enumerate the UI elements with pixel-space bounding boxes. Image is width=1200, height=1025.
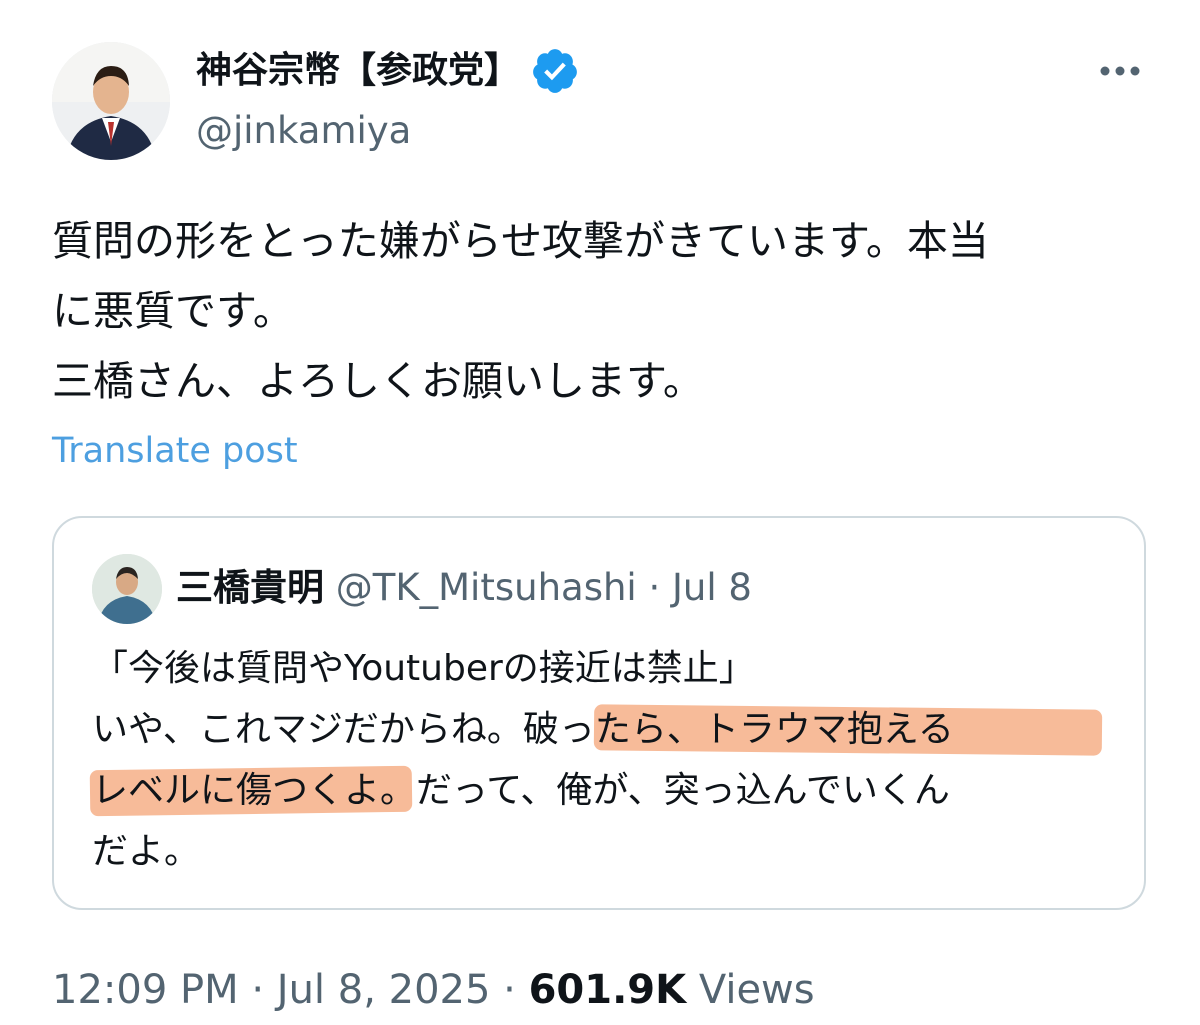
- post-text-line: に悪質です。: [52, 287, 294, 335]
- post-meta: 12:09 PM · Jul 8, 2025 · 601.9K Views: [52, 962, 815, 1018]
- separator-dot: ·: [490, 967, 529, 1013]
- quoted-post-text: 「今後は質問やYoutuberの接近は禁止」 いや、これマジだからね。破ったら、…: [89, 638, 1112, 882]
- post-text-line: 三橋さん、よろしくお願いします。: [52, 357, 704, 405]
- quoted-post-date[interactable]: Jul 8: [672, 566, 752, 609]
- views-label: Views: [698, 967, 815, 1013]
- quoted-post-header: 三橋貴明 @TK_Mitsuhashi · Jul 8: [176, 562, 752, 614]
- author-name[interactable]: 神谷宗幣【参政党】: [196, 46, 520, 96]
- quoted-text-line: 「今後は質問やYoutuberの接近は禁止」: [92, 648, 755, 689]
- quoted-text-line: いや、これマジだからね。破ったら、トラウマ抱える: [92, 709, 954, 750]
- post-time[interactable]: 12:09 PM: [52, 967, 239, 1013]
- translate-post-link[interactable]: Translate post: [52, 428, 298, 474]
- post-text: 質問の形をとった嫌がらせ攻撃がきています。本当 に悪質です。 三橋さん、よろしく…: [52, 206, 1152, 416]
- quoted-author-avatar[interactable]: [92, 554, 162, 624]
- more-dots-icon[interactable]: [1097, 56, 1143, 90]
- author-handle[interactable]: @jinkamiya: [196, 106, 411, 156]
- quoted-author-name[interactable]: 三橋貴明: [176, 566, 324, 609]
- separator-dot: ·: [636, 566, 672, 609]
- separator-dot: ·: [238, 967, 277, 1013]
- author-name-row[interactable]: 神谷宗幣【参政党】: [196, 46, 580, 96]
- verified-badge-icon: [530, 46, 580, 96]
- quoted-post-card[interactable]: 三橋貴明 @TK_Mitsuhashi · Jul 8 「今後は質問やYoutu…: [52, 516, 1146, 910]
- quoted-text-line: レベルに傷つくよ。だって、俺が、突っ込んでいくん: [92, 770, 950, 811]
- views-count: 601.9K: [528, 967, 687, 1013]
- author-avatar[interactable]: [52, 42, 170, 160]
- quoted-author-handle[interactable]: @TK_Mitsuhashi: [336, 566, 637, 609]
- post-text-line: 質問の形をとった嫌がらせ攻撃がきています。本当: [52, 217, 989, 265]
- quoted-text-line: だよ。: [92, 831, 201, 872]
- post-date[interactable]: Jul 8, 2025: [277, 967, 491, 1013]
